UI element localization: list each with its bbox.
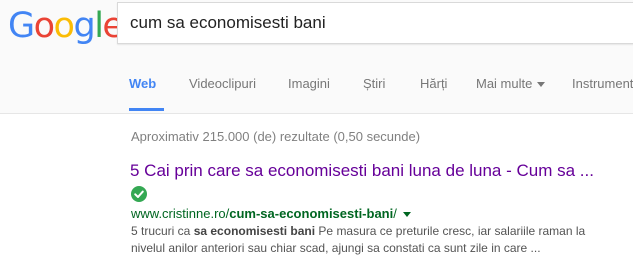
tab-imagini[interactable]: Imagini xyxy=(288,76,330,91)
search-box[interactable] xyxy=(117,2,633,44)
tab-web[interactable]: Web xyxy=(129,76,156,91)
result-snippet-line2: nivelul anilor anteriori sau chiar scad,… xyxy=(131,241,541,255)
search-input[interactable] xyxy=(130,3,630,43)
logo-letter-o1: o xyxy=(33,6,55,46)
tab-instrumente[interactable]: Instrument xyxy=(572,76,633,91)
tab-mai-multe-label: Mai multe xyxy=(476,76,533,91)
snippet-text-pre: 5 trucuri ca xyxy=(131,224,194,238)
url-dropdown-arrow-icon[interactable] xyxy=(402,212,411,218)
result-snippet-line1: 5 trucuri ca sa economisesti bani Pe mas… xyxy=(131,224,585,238)
result-url-domain: www.cristinne.ro/ xyxy=(131,206,230,221)
snippet-text-post: Pe masura ce preturile cresc, iar salari… xyxy=(315,224,586,238)
logo-letter-o2: o xyxy=(53,6,75,46)
logo-letter-g: G xyxy=(8,6,35,46)
result-title-link[interactable]: 5 Cai prin care sa economisesti bani lun… xyxy=(130,161,594,181)
search-tabs-nav: Web Videoclipuri Imagini Știri Hărți Mai… xyxy=(0,59,633,114)
check-icon-svg xyxy=(134,190,144,198)
logo-letter-l: l xyxy=(94,6,104,46)
chevron-down-icon xyxy=(537,82,546,88)
active-tab-indicator xyxy=(129,108,164,111)
results-stats: Aproximativ 215.000 (de) rezultate (0,50… xyxy=(131,129,421,144)
tab-mai-multe[interactable]: Mai multe xyxy=(476,76,546,91)
snippet-text-bold: sa economisesti bani xyxy=(193,224,316,238)
tab-videoclipuri[interactable]: Videoclipuri xyxy=(189,76,256,91)
result-url-slash: / xyxy=(393,206,397,221)
google-logo[interactable]: Google xyxy=(8,6,124,46)
result-url-path: cum-sa-economisesti-bani xyxy=(229,206,394,221)
tab-stiri[interactable]: Știri xyxy=(363,76,385,91)
logo-letter-g2: g xyxy=(73,6,95,46)
tab-harti[interactable]: Hărți xyxy=(420,76,447,91)
header-bar: Google xyxy=(0,0,633,60)
check-circle-icon xyxy=(131,186,147,202)
result-url: www.cristinne.ro/cum-sa-economisesti-ban… xyxy=(131,206,411,221)
